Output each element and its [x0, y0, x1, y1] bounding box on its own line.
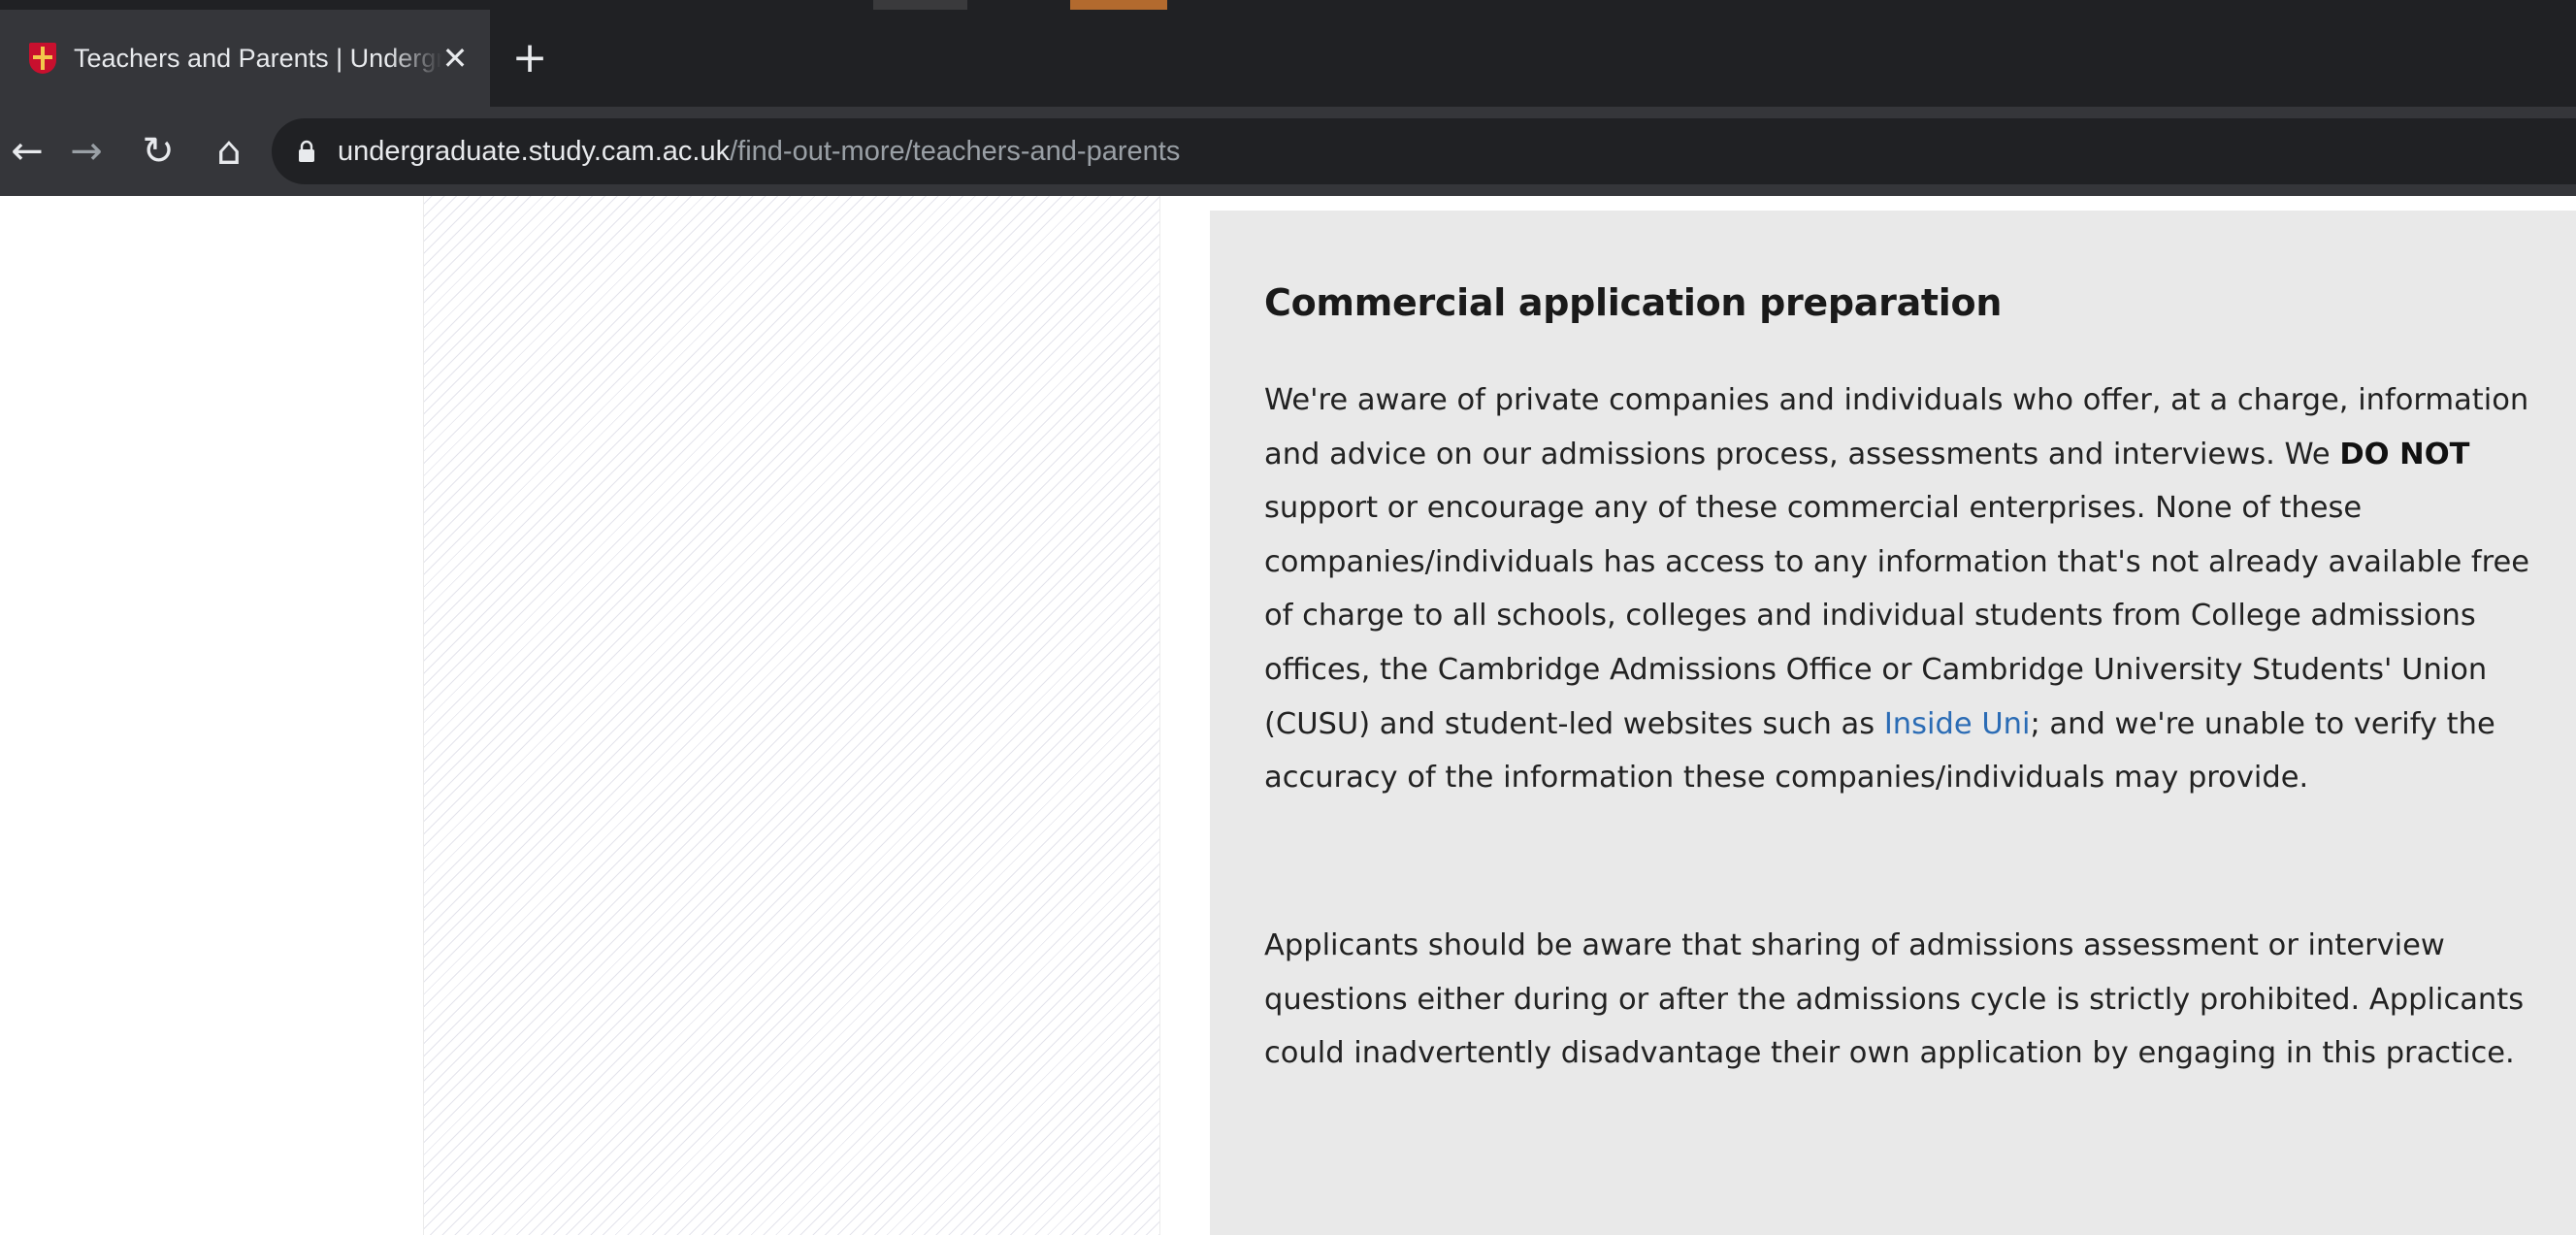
university-crest-icon [29, 43, 56, 74]
do-not-emphasis: DO NOT [2339, 437, 2470, 471]
paragraph-1-body: support or encourage any of these commer… [1264, 491, 2530, 741]
paragraph-private-companies: We're aware of private companies and ind… [1264, 374, 2564, 805]
browser-toolbar: ← → ↻ ⌂ undergraduate.study.cam.ac.uk/fi… [0, 107, 2576, 196]
window-top-strip [0, 0, 2576, 10]
inside-uni-link[interactable]: Inside Uni [1884, 707, 2031, 741]
paragraph-sharing-prohibited: Applicants should be aware that sharing … [1264, 928, 2525, 1071]
new-tab-button[interactable]: + [507, 36, 552, 81]
url-path: /find-out-more/teachers-and-parents [730, 136, 1181, 167]
commercial-preparation-panel: Commercial application preparation We're… [1210, 211, 2576, 1235]
background-window-fragment-accent [1070, 0, 1167, 10]
reload-icon[interactable]: ↻ [133, 126, 183, 177]
tab-close-icon[interactable]: ✕ [438, 41, 473, 76]
address-bar[interactable]: undergraduate.study.cam.ac.uk/find-out-m… [272, 118, 2576, 184]
url-host: undergraduate.study.cam.ac.uk [338, 136, 731, 167]
background-window-fragment [873, 0, 967, 10]
forward-arrow-icon[interactable]: → [61, 126, 112, 177]
tab-title-fade [388, 29, 442, 87]
browser-tab-active[interactable]: Teachers and Parents | Undergraduate ✕ [0, 10, 490, 107]
url-text[interactable]: undergraduate.study.cam.ac.uk/find-out-m… [338, 118, 1180, 184]
home-icon[interactable]: ⌂ [204, 126, 254, 177]
tab-title: Teachers and Parents | Undergraduate [74, 44, 442, 73]
panel-heading: Commercial application preparation [1264, 281, 2003, 324]
lock-icon[interactable] [298, 140, 315, 163]
tab-bar: Teachers and Parents | Undergraduate ✕ + [0, 10, 2576, 107]
hatched-sidebar-column [423, 196, 1160, 1235]
back-arrow-icon[interactable]: ← [2, 126, 52, 177]
